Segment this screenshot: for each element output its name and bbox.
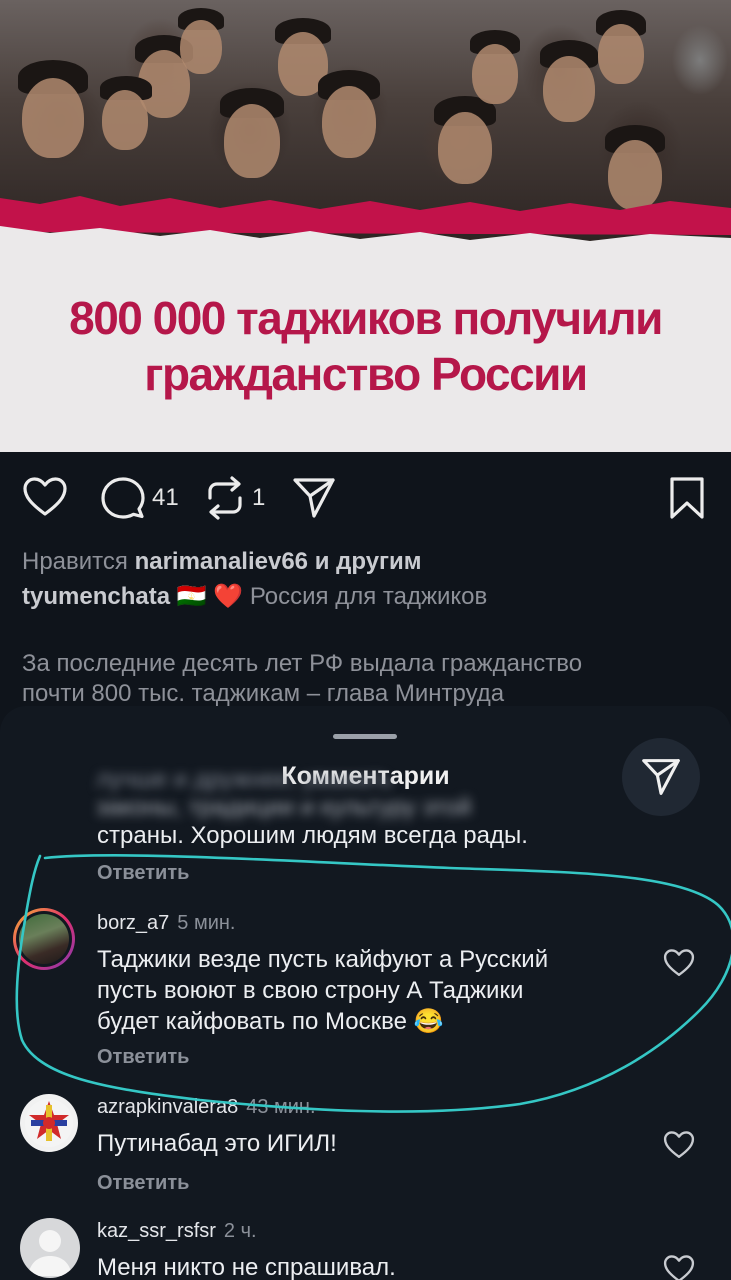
emblem-icon xyxy=(25,1099,73,1147)
caption-title: Россия для таджиков xyxy=(249,583,488,610)
default-avatar-icon xyxy=(28,1230,72,1276)
repost-icon xyxy=(208,476,242,520)
prev-comment-blurred-1: лучше и дружнее, уважать xyxy=(96,766,393,793)
repost-count: 1 xyxy=(252,484,266,511)
prev-comment-last-line: страны. Хорошим людям всегда рады. xyxy=(97,822,528,849)
avatar[interactable] xyxy=(20,1094,78,1152)
caption-line-1: За последние десять лет РФ выдала гражда… xyxy=(22,650,583,677)
reply-button[interactable]: Ответить xyxy=(97,1172,189,1195)
comment-text-line-1: Путинабад это ИГИЛ! xyxy=(97,1130,337,1157)
comment-button[interactable]: 41 xyxy=(100,476,179,520)
comment-like-heart-icon[interactable] xyxy=(663,948,695,978)
caption-header: tyumenchata 🇹🇯 ❤️ Россия для таджиков xyxy=(22,582,487,611)
share-icon xyxy=(293,478,335,518)
avatar[interactable] xyxy=(13,908,75,970)
comment-username: kaz_ssr_rsfsr 2 ч. xyxy=(97,1220,257,1243)
likes-and[interactable]: и другим xyxy=(315,548,422,575)
comment-text: Таджики везде пусть кайфуют а Русский пу… xyxy=(97,944,548,1037)
owner-username[interactable]: tyumenchata xyxy=(22,583,170,610)
repost-button[interactable]: 1 xyxy=(204,476,265,520)
comment-username-link[interactable]: kaz_ssr_rsfsr xyxy=(97,1220,216,1242)
post-action-bar: 41 1 xyxy=(0,470,731,526)
prev-reply-button[interactable]: Ответить xyxy=(97,862,189,885)
bookmark-icon xyxy=(670,477,704,519)
comment-like-heart-icon[interactable] xyxy=(663,1130,695,1160)
avatar[interactable] xyxy=(20,1218,80,1278)
comment-text-line-1: Меня никто не спрашивал. xyxy=(97,1254,396,1280)
comment-count: 41 xyxy=(152,484,179,511)
comment-username: borz_a7 5 мин. xyxy=(97,912,235,935)
share-icon xyxy=(642,759,680,795)
likes-user-link[interactable]: narimanaliev66 xyxy=(135,548,308,575)
caption-line-2: почти 800 тыс. таджикам – глава Минтруда xyxy=(22,680,505,707)
comment-time: 5 мин. xyxy=(177,912,236,934)
likes-line: Нравится narimanaliev66 и другим xyxy=(22,548,422,576)
owner-emoji: 🇹🇯 ❤️ xyxy=(176,583,244,610)
comment-time: 2 ч. xyxy=(223,1220,257,1242)
comments-sheet: Комментарии лучше и дружнее, уважать зак… xyxy=(0,706,731,1280)
comment-icon xyxy=(101,477,145,519)
bookmark-button[interactable] xyxy=(668,476,706,520)
share-button[interactable] xyxy=(292,476,336,520)
sheet-drag-handle[interactable] xyxy=(333,734,397,739)
prev-comment-blurred-2: законы, традиции и культуру этой xyxy=(96,794,472,821)
comment-text-line-1: Таджики везде пусть кайфуют а Русский xyxy=(97,946,549,973)
headline-line-1: 800 000 таджиков получили xyxy=(69,292,663,344)
comment-username-link[interactable]: azrapkinvalera8 xyxy=(97,1096,238,1118)
comment-username-link[interactable]: borz_a7 xyxy=(97,912,169,934)
comment-username: azrapkinvalera8 43 мин. xyxy=(97,1096,316,1119)
headline-line-2: гражданство России xyxy=(144,348,588,400)
post-headline: 800 000 таджиков получили гражданство Ро… xyxy=(0,290,731,402)
heart-icon xyxy=(23,477,67,516)
like-button[interactable] xyxy=(22,476,68,518)
comment-text-line-3: будет кайфовать по Москве 😂 xyxy=(97,1008,444,1035)
reply-button[interactable]: Ответить xyxy=(97,1046,189,1069)
comment-text-line-2: пусть воюют в свою строну А Таджики xyxy=(97,977,524,1004)
likes-prefix: Нравится xyxy=(22,548,128,575)
comment-time: 43 мин. xyxy=(246,1096,316,1118)
sheet-share-button[interactable] xyxy=(622,738,700,816)
post-image[interactable]: 800 000 таджиков получили гражданство Ро… xyxy=(0,0,731,452)
comment-like-heart-icon[interactable] xyxy=(663,1254,695,1280)
